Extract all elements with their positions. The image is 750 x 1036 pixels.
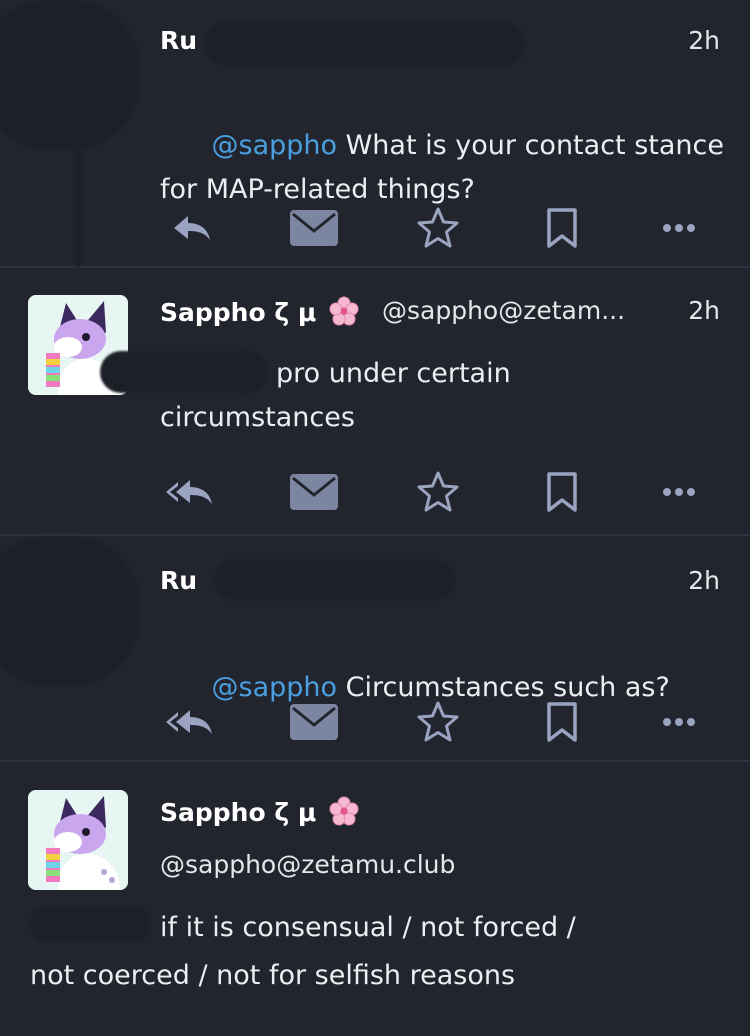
- redacted-avatar: [0, 0, 140, 150]
- reply-icon: [174, 216, 210, 240]
- thread-line: [75, 150, 81, 268]
- cherry-blossom-icon: [329, 796, 359, 826]
- post-text-line-2: not coerced / not for selfish reasons: [30, 960, 516, 991]
- reply-button[interactable]: [170, 206, 214, 250]
- post-text: pro under certain circumstances: [160, 358, 511, 433]
- mention-link[interactable]: @sappho: [212, 672, 338, 703]
- author-name: Sappho ζ μ: [160, 298, 317, 327]
- post-author[interactable]: Sappho ζ μ: [160, 796, 359, 827]
- reply-all-icon: [166, 480, 212, 504]
- avatar[interactable]: [28, 790, 128, 890]
- post-author[interactable]: Ru: [160, 26, 197, 55]
- favourite-button[interactable]: [414, 700, 462, 744]
- fox-avatar-icon: [28, 790, 128, 890]
- post-actions: [170, 206, 700, 250]
- post-author[interactable]: Sappho ζ μ: [160, 296, 359, 327]
- post-timestamp[interactable]: 2h: [688, 26, 720, 55]
- direct-message-button[interactable]: [288, 206, 340, 250]
- post-text: Circumstances such as?: [337, 672, 670, 703]
- post-author[interactable]: Ru: [160, 566, 197, 595]
- favourite-button[interactable]: [414, 470, 462, 514]
- timeline: Ru 2h @sappho What is your contact stanc…: [0, 0, 750, 1036]
- redacted-handle: [215, 560, 455, 600]
- reply-all-icon: [166, 710, 212, 734]
- more-button[interactable]: [658, 700, 700, 744]
- more-icon: [663, 224, 695, 232]
- redacted-handle: [205, 22, 525, 66]
- bookmark-button[interactable]: [542, 206, 582, 250]
- post-timestamp[interactable]: 2h: [688, 296, 720, 325]
- mention-link[interactable]: @sappho: [212, 130, 338, 161]
- redacted-text: [30, 906, 150, 942]
- post-timestamp[interactable]: 2h: [688, 566, 720, 595]
- post-actions: [166, 700, 700, 744]
- bookmark-button[interactable]: [542, 700, 582, 744]
- cherry-blossom-icon: [329, 296, 359, 326]
- status-post[interactable]: Ru 2h @sappho What is your contact stanc…: [0, 0, 750, 268]
- reply-all-button[interactable]: [162, 700, 218, 744]
- direct-message-button[interactable]: [288, 470, 340, 514]
- bookmark-icon: [547, 702, 577, 742]
- more-icon: [663, 718, 695, 726]
- author-handle[interactable]: @sappho@zetam...: [382, 296, 625, 325]
- post-text-line-1: if it is consensual / not forced /: [160, 912, 576, 943]
- author-name: Sappho ζ μ: [160, 798, 317, 827]
- envelope-icon: [290, 474, 338, 510]
- favourite-button[interactable]: [414, 206, 462, 250]
- bookmark-icon: [547, 208, 577, 248]
- bookmark-button[interactable]: [542, 470, 582, 514]
- envelope-icon: [290, 210, 338, 246]
- more-button[interactable]: [658, 206, 700, 250]
- post-actions: [166, 470, 700, 514]
- more-button[interactable]: [658, 470, 700, 514]
- star-icon: [417, 471, 459, 512]
- status-post[interactable]: Ru 2h @sappho Circumstances such as?: [0, 536, 750, 762]
- status-post[interactable]: Sappho ζ μ @sappho@zetam... 2h pro under…: [0, 268, 750, 536]
- status-post[interactable]: Sappho ζ μ @sappho@zetamu.club if it is …: [0, 762, 750, 1036]
- reply-all-button[interactable]: [162, 470, 218, 514]
- redacted-avatar: [0, 536, 140, 686]
- bookmark-icon: [547, 472, 577, 512]
- author-handle[interactable]: @sappho@zetamu.club: [160, 850, 455, 879]
- direct-message-button[interactable]: [288, 700, 340, 744]
- star-icon: [417, 701, 459, 742]
- envelope-icon: [290, 704, 338, 740]
- more-icon: [663, 488, 695, 496]
- star-icon: [417, 207, 459, 248]
